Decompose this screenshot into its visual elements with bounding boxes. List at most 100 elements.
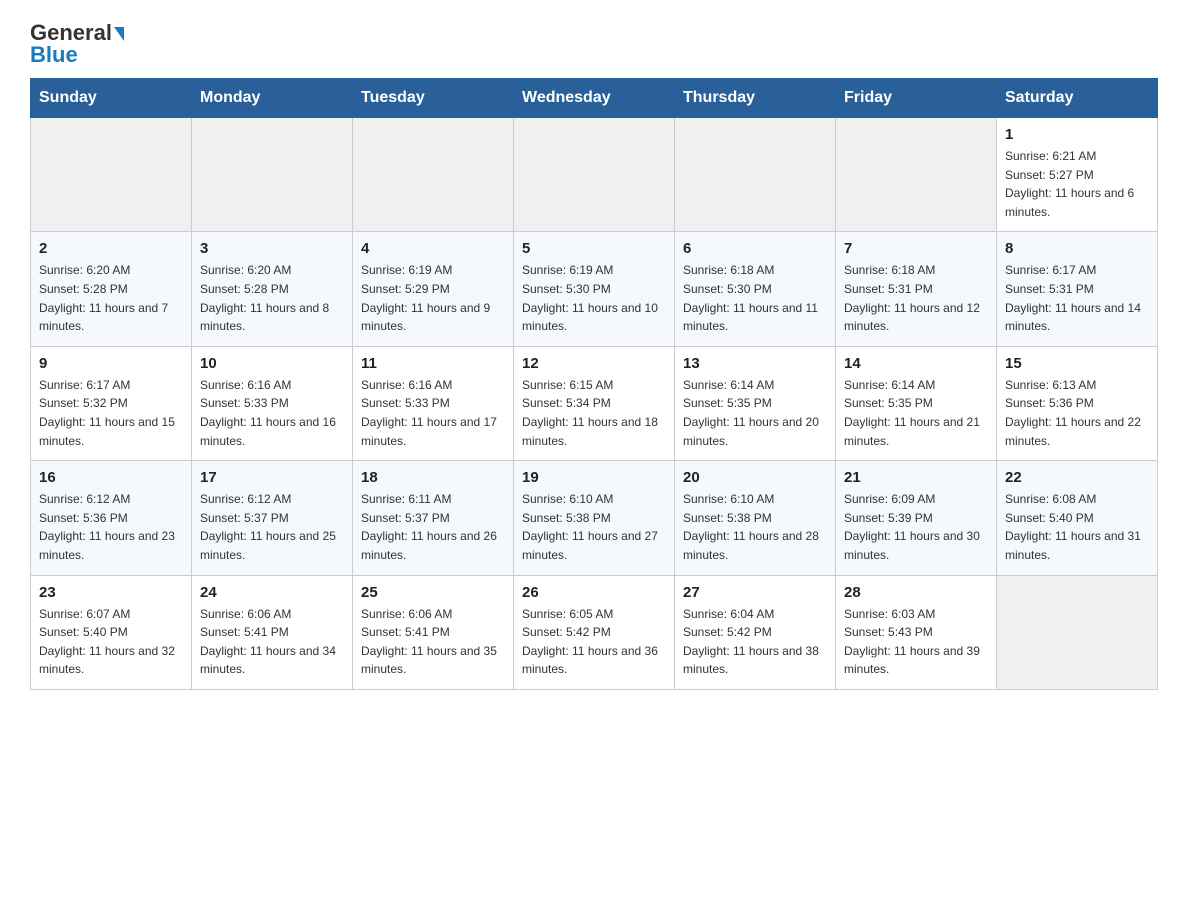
day-number: 26 (522, 584, 666, 601)
day-info: Sunrise: 6:03 AMSunset: 5:43 PMDaylight:… (844, 605, 988, 679)
day-number: 9 (39, 355, 183, 372)
weekday-header-thursday: Thursday (675, 79, 836, 118)
day-info: Sunrise: 6:10 AMSunset: 5:38 PMDaylight:… (522, 490, 666, 564)
calendar-cell: 16 Sunrise: 6:12 AMSunset: 5:36 PMDayligh… (31, 461, 192, 575)
weekday-header-saturday: Saturday (997, 79, 1158, 118)
calendar-cell (836, 118, 997, 232)
day-info: Sunrise: 6:18 AMSunset: 5:31 PMDaylight:… (844, 261, 988, 335)
calendar-cell (514, 118, 675, 232)
day-number: 19 (522, 469, 666, 486)
calendar-body: 1Sunrise: 6:21 AMSunset: 5:27 PMDaylight… (31, 118, 1158, 690)
calendar-table: SundayMondayTuesdayWednesdayThursdayFrid… (30, 78, 1158, 690)
calendar-cell: 20 Sunrise: 6:10 AMSunset: 5:38 PMDayligh… (675, 461, 836, 575)
day-number: 1 (1005, 126, 1149, 143)
week-row-4: 16 Sunrise: 6:12 AMSunset: 5:36 PMDayligh… (31, 461, 1158, 575)
day-number: 4 (361, 240, 505, 257)
day-info: Sunrise: 6:19 AMSunset: 5:29 PMDaylight:… (361, 261, 505, 335)
day-info: Sunrise: 6:16 AMSunset: 5:33 PMDaylight:… (200, 376, 344, 450)
calendar-cell: 10 Sunrise: 6:16 AMSunset: 5:33 PMDayligh… (192, 346, 353, 460)
day-number: 13 (683, 355, 827, 372)
day-number: 15 (1005, 355, 1149, 372)
calendar-cell: 1Sunrise: 6:21 AMSunset: 5:27 PMDaylight… (997, 118, 1158, 232)
calendar-header: SundayMondayTuesdayWednesdayThursdayFrid… (31, 79, 1158, 118)
day-info: Sunrise: 6:15 AMSunset: 5:34 PMDaylight:… (522, 376, 666, 450)
logo-triangle-icon (114, 27, 124, 41)
day-info: Sunrise: 6:12 AMSunset: 5:36 PMDaylight:… (39, 490, 183, 564)
day-info: Sunrise: 6:09 AMSunset: 5:39 PMDaylight:… (844, 490, 988, 564)
day-info: Sunrise: 6:12 AMSunset: 5:37 PMDaylight:… (200, 490, 344, 564)
day-info: Sunrise: 6:08 AMSunset: 5:40 PMDaylight:… (1005, 490, 1149, 564)
day-info: Sunrise: 6:18 AMSunset: 5:30 PMDaylight:… (683, 261, 827, 335)
calendar-cell (31, 118, 192, 232)
day-info: Sunrise: 6:19 AMSunset: 5:30 PMDaylight:… (522, 261, 666, 335)
day-number: 10 (200, 355, 344, 372)
weekday-header-wednesday: Wednesday (514, 79, 675, 118)
day-info: Sunrise: 6:07 AMSunset: 5:40 PMDaylight:… (39, 605, 183, 679)
calendar-cell: 15 Sunrise: 6:13 AMSunset: 5:36 PMDayligh… (997, 346, 1158, 460)
day-number: 24 (200, 584, 344, 601)
day-info: Sunrise: 6:17 AMSunset: 5:32 PMDaylight:… (39, 376, 183, 450)
day-number: 2 (39, 240, 183, 257)
day-number: 16 (39, 469, 183, 486)
calendar-cell: 9 Sunrise: 6:17 AMSunset: 5:32 PMDaylight… (31, 346, 192, 460)
day-info: Sunrise: 6:20 AMSunset: 5:28 PMDaylight:… (200, 261, 344, 335)
day-info: Sunrise: 6:11 AMSunset: 5:37 PMDaylight:… (361, 490, 505, 564)
calendar-cell: 28 Sunrise: 6:03 AMSunset: 5:43 PMDayligh… (836, 575, 997, 689)
day-number: 12 (522, 355, 666, 372)
calendar-cell: 24 Sunrise: 6:06 AMSunset: 5:41 PMDayligh… (192, 575, 353, 689)
calendar-cell: 22 Sunrise: 6:08 AMSunset: 5:40 PMDayligh… (997, 461, 1158, 575)
calendar-cell: 14 Sunrise: 6:14 AMSunset: 5:35 PMDayligh… (836, 346, 997, 460)
calendar-cell (353, 118, 514, 232)
weekday-row: SundayMondayTuesdayWednesdayThursdayFrid… (31, 79, 1158, 118)
calendar-cell: 7 Sunrise: 6:18 AMSunset: 5:31 PMDaylight… (836, 232, 997, 346)
day-info: Sunrise: 6:20 AMSunset: 5:28 PMDaylight:… (39, 261, 183, 335)
calendar-cell: 27 Sunrise: 6:04 AMSunset: 5:42 PMDayligh… (675, 575, 836, 689)
day-number: 7 (844, 240, 988, 257)
calendar-cell: 12 Sunrise: 6:15 AMSunset: 5:34 PMDayligh… (514, 346, 675, 460)
day-number: 28 (844, 584, 988, 601)
day-info: Sunrise: 6:13 AMSunset: 5:36 PMDaylight:… (1005, 376, 1149, 450)
day-info: Sunrise: 6:04 AMSunset: 5:42 PMDaylight:… (683, 605, 827, 679)
day-info: Sunrise: 6:06 AMSunset: 5:41 PMDaylight:… (200, 605, 344, 679)
day-info: Sunrise: 6:06 AMSunset: 5:41 PMDaylight:… (361, 605, 505, 679)
day-number: 6 (683, 240, 827, 257)
day-number: 21 (844, 469, 988, 486)
day-number: 22 (1005, 469, 1149, 486)
day-number: 5 (522, 240, 666, 257)
calendar-cell: 6 Sunrise: 6:18 AMSunset: 5:30 PMDaylight… (675, 232, 836, 346)
day-info: Sunrise: 6:05 AMSunset: 5:42 PMDaylight:… (522, 605, 666, 679)
weekday-header-tuesday: Tuesday (353, 79, 514, 118)
day-info: Sunrise: 6:14 AMSunset: 5:35 PMDaylight:… (844, 376, 988, 450)
calendar-cell: 13 Sunrise: 6:14 AMSunset: 5:35 PMDayligh… (675, 346, 836, 460)
weekday-header-sunday: Sunday (31, 79, 192, 118)
day-info: Sunrise: 6:16 AMSunset: 5:33 PMDaylight:… (361, 376, 505, 450)
day-number: 3 (200, 240, 344, 257)
calendar-cell (997, 575, 1158, 689)
day-number: 11 (361, 355, 505, 372)
logo: General Blue (30, 20, 124, 68)
calendar-cell: 4 Sunrise: 6:19 AMSunset: 5:29 PMDaylight… (353, 232, 514, 346)
calendar-cell: 11 Sunrise: 6:16 AMSunset: 5:33 PMDayligh… (353, 346, 514, 460)
day-number: 27 (683, 584, 827, 601)
calendar-cell (675, 118, 836, 232)
week-row-1: 1Sunrise: 6:21 AMSunset: 5:27 PMDaylight… (31, 118, 1158, 232)
day-info: Sunrise: 6:10 AMSunset: 5:38 PMDaylight:… (683, 490, 827, 564)
calendar-cell: 21 Sunrise: 6:09 AMSunset: 5:39 PMDayligh… (836, 461, 997, 575)
day-number: 14 (844, 355, 988, 372)
page-header: General Blue (30, 20, 1158, 68)
day-number: 20 (683, 469, 827, 486)
day-number: 8 (1005, 240, 1149, 257)
calendar-cell: 2 Sunrise: 6:20 AMSunset: 5:28 PMDaylight… (31, 232, 192, 346)
calendar-cell: 5 Sunrise: 6:19 AMSunset: 5:30 PMDaylight… (514, 232, 675, 346)
weekday-header-monday: Monday (192, 79, 353, 118)
day-number: 18 (361, 469, 505, 486)
calendar-cell: 25 Sunrise: 6:06 AMSunset: 5:41 PMDayligh… (353, 575, 514, 689)
day-number: 25 (361, 584, 505, 601)
weekday-header-friday: Friday (836, 79, 997, 118)
calendar-cell: 8 Sunrise: 6:17 AMSunset: 5:31 PMDaylight… (997, 232, 1158, 346)
calendar-cell: 19 Sunrise: 6:10 AMSunset: 5:38 PMDayligh… (514, 461, 675, 575)
day-info: Sunrise: 6:17 AMSunset: 5:31 PMDaylight:… (1005, 261, 1149, 335)
day-info: Sunrise: 6:14 AMSunset: 5:35 PMDaylight:… (683, 376, 827, 450)
calendar-cell: 26 Sunrise: 6:05 AMSunset: 5:42 PMDayligh… (514, 575, 675, 689)
calendar-cell: 17Sunrise: 6:12 AMSunset: 5:37 PMDayligh… (192, 461, 353, 575)
